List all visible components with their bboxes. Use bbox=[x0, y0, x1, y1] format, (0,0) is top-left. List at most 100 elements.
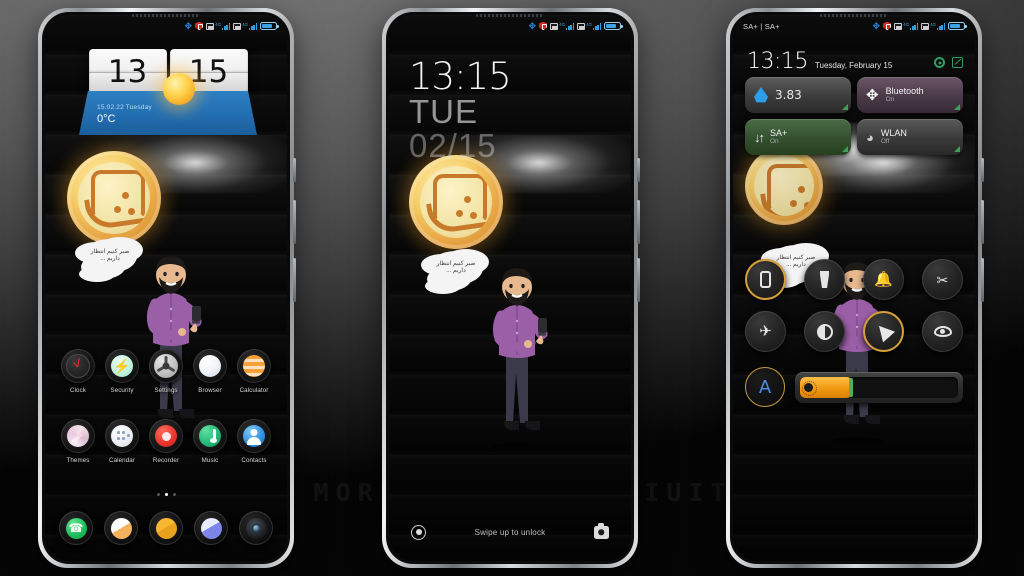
shield-icon bbox=[883, 21, 892, 31]
app-label: Recorder bbox=[152, 457, 180, 464]
battery-icon bbox=[260, 22, 279, 30]
battery-icon bbox=[948, 22, 967, 30]
status-bar-home: ✥ 4G 4G bbox=[45, 15, 287, 37]
page-indicator[interactable] bbox=[45, 493, 287, 496]
app-recorder[interactable]: Recorder bbox=[147, 419, 185, 464]
clock-icon bbox=[61, 349, 95, 383]
sun-icon bbox=[163, 73, 195, 105]
mobile-data-drop-icon bbox=[754, 87, 768, 103]
side-button-mute[interactable] bbox=[981, 158, 984, 182]
side-button-volume[interactable] bbox=[293, 200, 296, 244]
app-calculator[interactable]: Calculator bbox=[235, 349, 273, 394]
status-bar-control-center: SA+ | SA+ ✥ 4G 4G bbox=[733, 15, 975, 37]
flashlight-icon[interactable] bbox=[804, 259, 845, 300]
phone-control-center: SA+ | SA+ ✥ 4G 4G 13:15 Tuesday, Februar… bbox=[726, 8, 984, 568]
shield-bolt-icon: ⚡ bbox=[105, 349, 139, 383]
tile-corner-marker bbox=[954, 104, 960, 110]
tile-state: On bbox=[770, 138, 779, 146]
app-label: Calendar bbox=[109, 457, 135, 464]
sim2-4g-signal-icon: 4G bbox=[577, 22, 601, 30]
ring-button-icon[interactable] bbox=[411, 524, 426, 540]
quick-settings-tiles: 3.83 ✥ Bluetooth On ↓↑ SA+ On ◕ WLAN Off bbox=[745, 77, 963, 155]
thought-bubble-text: صبر کنیم انتظار داریم ... bbox=[90, 248, 130, 263]
location-icon[interactable] bbox=[863, 311, 904, 352]
tile-wlan[interactable]: ◕ WLAN Off bbox=[857, 119, 963, 155]
bluetooth-icon: ✥ bbox=[528, 20, 537, 31]
tile-mobile-data[interactable]: 3.83 bbox=[745, 77, 851, 113]
camera-icon[interactable] bbox=[593, 523, 609, 539]
side-button-mute[interactable] bbox=[293, 158, 296, 182]
screenshot-scissors-icon[interactable]: ✂ bbox=[922, 259, 963, 300]
brightness-sun-icon bbox=[802, 380, 817, 396]
auto-brightness-button[interactable]: A bbox=[745, 367, 785, 407]
persian-badge-coin bbox=[745, 147, 823, 225]
tile-title: SA+ bbox=[770, 128, 788, 139]
brightness-row: A bbox=[745, 367, 963, 407]
app-themes[interactable]: Themes bbox=[59, 419, 97, 464]
weather-clock-widget[interactable]: 13 15 15.02.22 Tuesday 0°C bbox=[79, 49, 257, 135]
unlock-hint: Swipe up to unlock bbox=[474, 527, 546, 537]
dock-phone[interactable]: ☎ bbox=[59, 511, 93, 545]
cc-time: 13:15 bbox=[747, 49, 808, 74]
sim2-4g-signal-icon: 4G bbox=[921, 22, 945, 30]
dock-messages[interactable] bbox=[104, 511, 138, 545]
side-button-mute[interactable] bbox=[637, 158, 640, 182]
gear-icon[interactable] bbox=[934, 57, 945, 68]
eye-care-icon[interactable] bbox=[922, 311, 963, 352]
app-calendar[interactable]: Calendar bbox=[103, 419, 141, 464]
airplane-mode-icon[interactable]: ✈ bbox=[745, 311, 786, 352]
quick-toggles-row-2: ✈ bbox=[745, 311, 963, 352]
vibrate-icon[interactable] bbox=[745, 259, 786, 300]
lock-time: 13:15 bbox=[409, 55, 512, 98]
status-bar-icons: ✥ 4G 4G bbox=[528, 20, 623, 31]
dock: ☎ bbox=[55, 511, 277, 545]
sim2-4g-signal-icon: 4G bbox=[233, 22, 257, 30]
brightness-slider[interactable] bbox=[795, 371, 963, 403]
dock-mi-browser[interactable] bbox=[194, 511, 228, 545]
lock-screen-clock: 13:15 TUE 02/15 bbox=[409, 55, 512, 163]
bluetooth-icon: ✥ bbox=[872, 20, 881, 31]
tile-title: WLAN bbox=[880, 128, 907, 139]
side-button-power[interactable] bbox=[637, 258, 640, 302]
status-bar-icons: ✥ 4G 4G bbox=[872, 20, 967, 31]
page-dot-active[interactable] bbox=[164, 493, 168, 496]
edit-icon[interactable] bbox=[952, 57, 963, 68]
page-dot[interactable] bbox=[172, 493, 176, 496]
dock-gallery[interactable] bbox=[149, 511, 183, 545]
dock-camera[interactable] bbox=[239, 511, 273, 545]
tile-corner-marker bbox=[954, 146, 960, 152]
tile-state: On bbox=[885, 96, 895, 104]
dark-mode-contrast-icon[interactable] bbox=[804, 311, 845, 352]
tile-sa-plus[interactable]: ↓↑ SA+ On bbox=[745, 119, 851, 155]
app-music[interactable]: Music bbox=[191, 419, 229, 464]
app-settings[interactable]: Settings bbox=[147, 349, 185, 394]
side-button-power[interactable] bbox=[981, 258, 984, 302]
app-label: Browser bbox=[198, 387, 222, 394]
thought-bubble: صبر کنیم انتظار داریم ... bbox=[429, 251, 483, 285]
wifi-icon: ◕ bbox=[866, 129, 874, 145]
bell-icon[interactable]: 🔔 bbox=[863, 259, 904, 300]
browser-icon bbox=[193, 349, 227, 383]
phone-home-screen: ✥ 4G 4G 13 15 15.02.22 Tuesday 0°C صبر ک… bbox=[38, 8, 296, 568]
thought-bubble-text: صبر کنیم انتظار داریم ... bbox=[436, 260, 476, 275]
tile-title: Bluetooth bbox=[885, 86, 924, 97]
lock-weekday: TUE bbox=[409, 93, 478, 131]
brightness-fill bbox=[800, 376, 853, 398]
app-label: Clock bbox=[70, 387, 86, 394]
app-contacts[interactable]: Contacts bbox=[235, 419, 273, 464]
shield-icon bbox=[195, 21, 204, 31]
page-dot[interactable] bbox=[156, 493, 160, 496]
tile-bluetooth[interactable]: ✥ Bluetooth On bbox=[857, 77, 963, 113]
status-bar-lock: ✥ 4G 4G bbox=[389, 15, 631, 37]
widget-temperature: 0°C bbox=[97, 113, 116, 125]
cc-date: Tuesday, February 15 bbox=[814, 61, 893, 70]
app-security[interactable]: ⚡ Security bbox=[103, 349, 141, 394]
app-clock[interactable]: Clock bbox=[59, 349, 97, 394]
app-browser[interactable]: Browser bbox=[191, 349, 229, 394]
brightness-knob[interactable] bbox=[849, 377, 854, 397]
side-button-power[interactable] bbox=[293, 258, 296, 302]
side-button-volume[interactable] bbox=[981, 200, 984, 244]
phone-bezel: ✥ 4G 4G 13:15 TUE 02/15 صبر کنیم انتظار … bbox=[386, 12, 634, 564]
app-label: Calculator bbox=[239, 387, 269, 394]
side-button-volume[interactable] bbox=[637, 200, 640, 244]
